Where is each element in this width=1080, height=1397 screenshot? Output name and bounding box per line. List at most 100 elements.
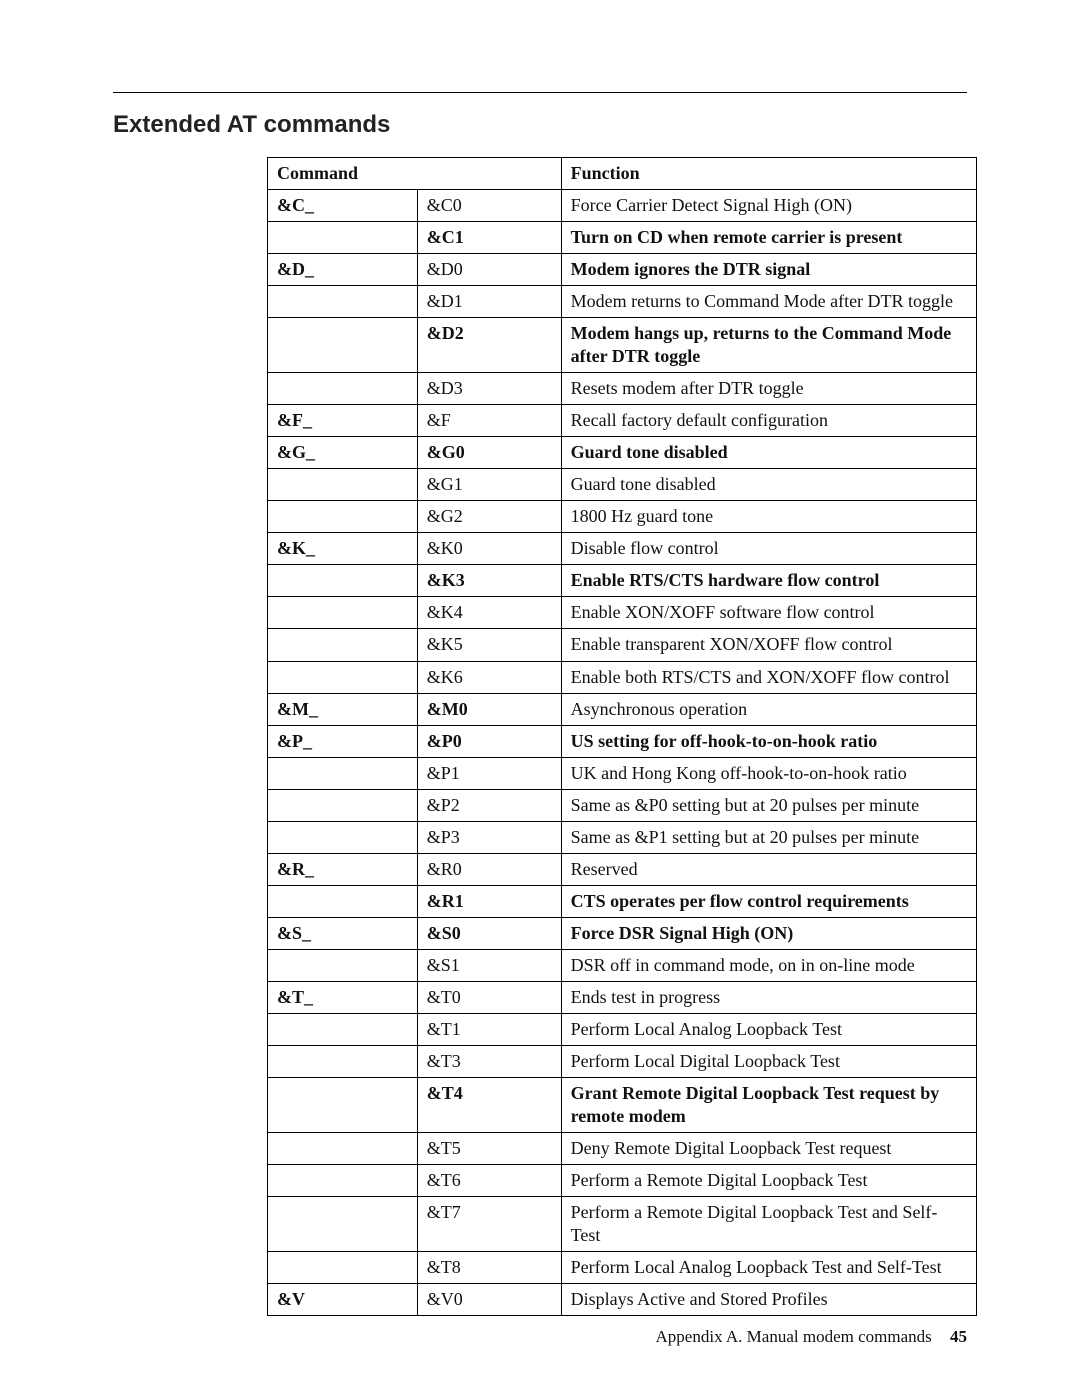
- function-cell: Modem hangs up, returns to the Command M…: [561, 318, 976, 373]
- function-cell: Perform Local Analog Loopback Test and S…: [561, 1252, 976, 1284]
- command-cell: &T3: [417, 1045, 561, 1077]
- command-group-cell: [268, 1132, 418, 1164]
- command-cell: &S0: [417, 917, 561, 949]
- command-cell: &D3: [417, 373, 561, 405]
- table-row: &R_&R0Reserved: [268, 853, 977, 885]
- table-row: &K6Enable both RTS/CTS and XON/XOFF flow…: [268, 661, 977, 693]
- function-cell: Disable flow control: [561, 533, 976, 565]
- table-row: &T5Deny Remote Digital Loopback Test req…: [268, 1132, 977, 1164]
- command-cell: &T7: [417, 1197, 561, 1252]
- command-group-cell: [268, 222, 418, 254]
- command-cell: &V0: [417, 1284, 561, 1316]
- command-group-cell: [268, 469, 418, 501]
- table-row: &S_&S0Force DSR Signal High (ON): [268, 917, 977, 949]
- function-cell: Enable RTS/CTS hardware flow control: [561, 565, 976, 597]
- function-cell: Perform a Remote Digital Loopback Test: [561, 1165, 976, 1197]
- table-row: &T1Perform Local Analog Loopback Test: [268, 1013, 977, 1045]
- command-group-cell: &G_: [268, 437, 418, 469]
- table-row: &P_&P0US setting for off-hook-to-on-hook…: [268, 725, 977, 757]
- command-group-cell: &C_: [268, 190, 418, 222]
- function-cell: Same as &P0 setting but at 20 pulses per…: [561, 789, 976, 821]
- header-function: Function: [561, 158, 976, 190]
- table-row: &T_&T0Ends test in progress: [268, 981, 977, 1013]
- page-number: 45: [950, 1327, 967, 1346]
- table-row: &G1Guard tone disabled: [268, 469, 977, 501]
- table-row: &P3Same as &P1 setting but at 20 pulses …: [268, 821, 977, 853]
- command-group-cell: &R_: [268, 853, 418, 885]
- function-cell: Same as &P1 setting but at 20 pulses per…: [561, 821, 976, 853]
- command-cell: &G0: [417, 437, 561, 469]
- command-cell: &K6: [417, 661, 561, 693]
- table-row: &P2Same as &P0 setting but at 20 pulses …: [268, 789, 977, 821]
- table-row: &K4Enable XON/XOFF software flow control: [268, 597, 977, 629]
- command-cell: &K0: [417, 533, 561, 565]
- function-cell: Guard tone disabled: [561, 469, 976, 501]
- table-row: &D2Modem hangs up, returns to the Comman…: [268, 318, 977, 373]
- table-row: &D3Resets modem after DTR toggle: [268, 373, 977, 405]
- command-group-cell: &S_: [268, 917, 418, 949]
- table-row: &M_&M0Asynchronous operation: [268, 693, 977, 725]
- command-cell: &P0: [417, 725, 561, 757]
- table-row: &T6Perform a Remote Digital Loopback Tes…: [268, 1165, 977, 1197]
- command-group-cell: &M_: [268, 693, 418, 725]
- command-cell: &T1: [417, 1013, 561, 1045]
- command-group-cell: [268, 565, 418, 597]
- command-group-cell: [268, 286, 418, 318]
- function-cell: Deny Remote Digital Loopback Test reques…: [561, 1132, 976, 1164]
- command-cell: &G2: [417, 501, 561, 533]
- command-group-cell: [268, 1252, 418, 1284]
- command-cell: &D1: [417, 286, 561, 318]
- command-group-cell: &F_: [268, 405, 418, 437]
- command-cell: &D2: [417, 318, 561, 373]
- command-cell: &K4: [417, 597, 561, 629]
- page-footer: Appendix A. Manual modem commands 45: [656, 1327, 967, 1347]
- command-cell: &P2: [417, 789, 561, 821]
- command-group-cell: [268, 885, 418, 917]
- function-cell: Modem ignores the DTR signal: [561, 254, 976, 286]
- command-group-cell: [268, 501, 418, 533]
- command-cell: &F: [417, 405, 561, 437]
- function-cell: Grant Remote Digital Loopback Test reque…: [561, 1077, 976, 1132]
- function-cell: Perform Local Digital Loopback Test: [561, 1045, 976, 1077]
- command-cell: &T4: [417, 1077, 561, 1132]
- function-cell: Guard tone disabled: [561, 437, 976, 469]
- table-row: &K5Enable transparent XON/XOFF flow cont…: [268, 629, 977, 661]
- function-cell: Turn on CD when remote carrier is presen…: [561, 222, 976, 254]
- command-cell: &T8: [417, 1252, 561, 1284]
- function-cell: Ends test in progress: [561, 981, 976, 1013]
- table-row: &G21800 Hz guard tone: [268, 501, 977, 533]
- table-row: &T7Perform a Remote Digital Loopback Tes…: [268, 1197, 977, 1252]
- command-group-cell: [268, 1013, 418, 1045]
- function-cell: Reserved: [561, 853, 976, 885]
- command-cell: &P1: [417, 757, 561, 789]
- table-row: &D_&D0Modem ignores the DTR signal: [268, 254, 977, 286]
- function-cell: Recall factory default configuration: [561, 405, 976, 437]
- command-group-cell: [268, 373, 418, 405]
- command-group-cell: [268, 757, 418, 789]
- function-cell: Resets modem after DTR toggle: [561, 373, 976, 405]
- header-command: Command: [268, 158, 562, 190]
- function-cell: Perform a Remote Digital Loopback Test a…: [561, 1197, 976, 1252]
- command-group-cell: [268, 821, 418, 853]
- footer-text: Appendix A. Manual modem commands: [656, 1327, 932, 1346]
- function-cell: Modem returns to Command Mode after DTR …: [561, 286, 976, 318]
- command-cell: &G1: [417, 469, 561, 501]
- function-cell: Enable transparent XON/XOFF flow control: [561, 629, 976, 661]
- command-group-cell: &D_: [268, 254, 418, 286]
- table-row: &C_&C0Force Carrier Detect Signal High (…: [268, 190, 977, 222]
- table-row: &K3Enable RTS/CTS hardware flow control: [268, 565, 977, 597]
- function-cell: UK and Hong Kong off-hook-to-on-hook rat…: [561, 757, 976, 789]
- function-cell: Enable XON/XOFF software flow control: [561, 597, 976, 629]
- function-cell: Displays Active and Stored Profiles: [561, 1284, 976, 1316]
- command-group-cell: [268, 1165, 418, 1197]
- command-group-cell: &T_: [268, 981, 418, 1013]
- function-cell: Force DSR Signal High (ON): [561, 917, 976, 949]
- function-cell: US setting for off-hook-to-on-hook ratio: [561, 725, 976, 757]
- commands-table: Command Function &C_&C0Force Carrier Det…: [267, 157, 977, 1316]
- command-group-cell: [268, 629, 418, 661]
- command-group-cell: &V: [268, 1284, 418, 1316]
- command-group-cell: [268, 789, 418, 821]
- page-content: Extended AT commands Command Function &C…: [0, 0, 1080, 1316]
- command-cell: &T0: [417, 981, 561, 1013]
- table-row: &T8Perform Local Analog Loopback Test an…: [268, 1252, 977, 1284]
